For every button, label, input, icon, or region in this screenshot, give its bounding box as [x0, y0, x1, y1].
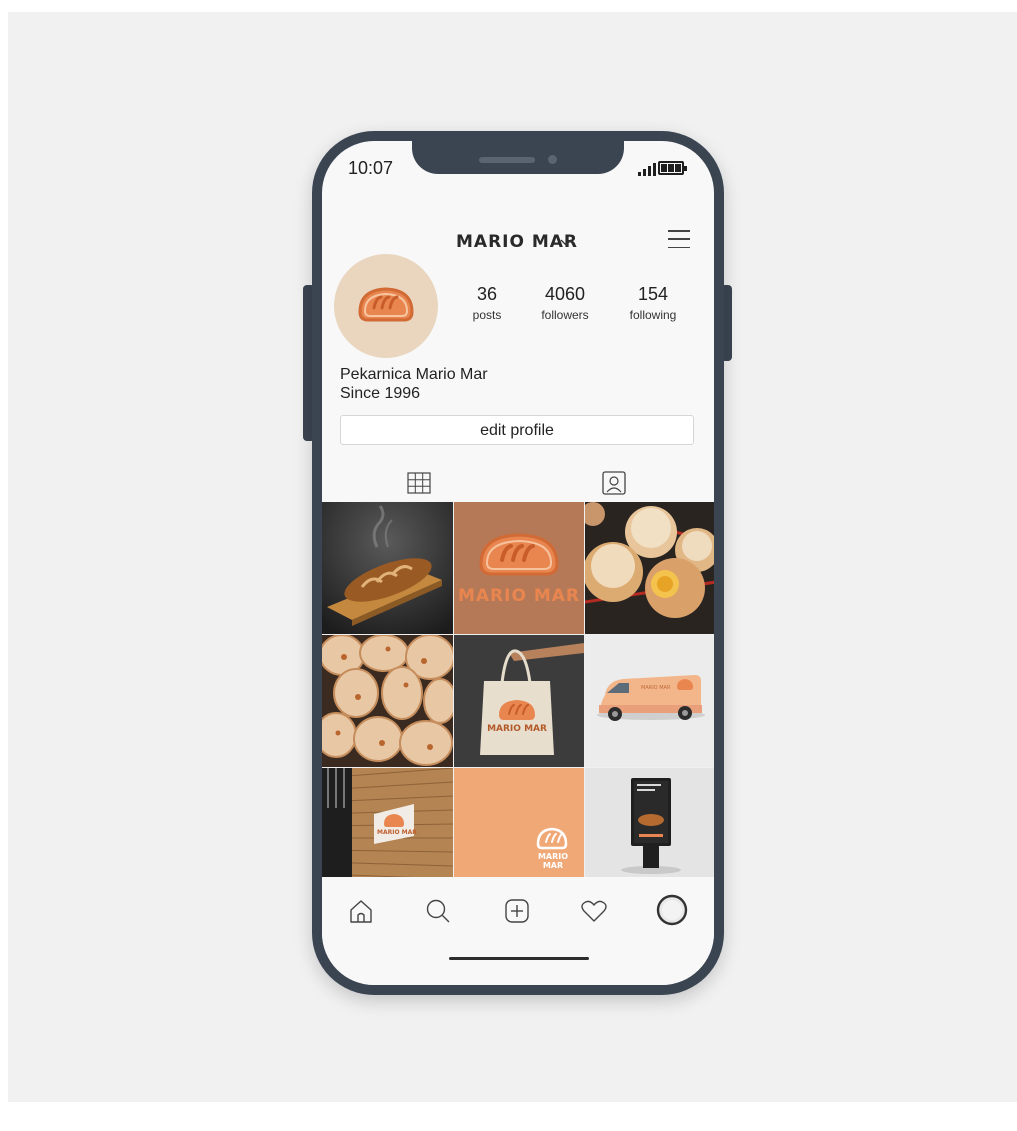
- signal-icon: [638, 163, 656, 176]
- stat-posts-label: posts: [472, 308, 502, 322]
- post-thumbnail-wall-sign[interactable]: MARIO MAR: [322, 768, 453, 879]
- tote-wordmark: MARIO MAR: [487, 724, 547, 734]
- stat-followers-label: followers: [541, 308, 589, 322]
- edit-profile-button[interactable]: edit profile: [340, 415, 694, 445]
- post-thumbnail-tote-bag[interactable]: MARIO MAR: [454, 635, 584, 767]
- profile-avatar-icon[interactable]: [656, 894, 688, 931]
- phone-notch: [412, 141, 624, 174]
- battery-icon: [658, 161, 687, 175]
- posts-grid: MARIO MAR MARIO MAR MARIO MAR MARIO MAR …: [322, 502, 714, 879]
- post-thumbnail-logo-peach[interactable]: MARIO MAR: [454, 768, 584, 879]
- front-camera: [548, 155, 557, 164]
- post-thumbnail-bread-board[interactable]: [322, 502, 453, 634]
- home-icon[interactable]: [347, 897, 375, 930]
- post-thumbnail-logo-brown[interactable]: MARIO MAR: [454, 502, 584, 634]
- search-icon[interactable]: [424, 897, 452, 930]
- bio-name: Pekarnica Mario Mar: [340, 366, 488, 383]
- stat-followers-value: 4060: [544, 284, 586, 304]
- tab-tagged-icon[interactable]: [602, 471, 626, 495]
- phone-frame: 10:07 MARIO MAR 36 posts 4060 followers …: [312, 131, 724, 995]
- speaker-grille: [479, 157, 535, 163]
- stat-posts-value: 36: [476, 284, 498, 304]
- post-thumbnail-delivery-van[interactable]: MARIO MAR: [585, 635, 714, 767]
- hamburger-menu-icon[interactable]: [668, 230, 690, 248]
- stat-posts[interactable]: 36 posts: [465, 284, 509, 322]
- add-post-icon[interactable]: [503, 897, 531, 930]
- sign-wordmark: MARIO MAR: [377, 829, 417, 836]
- bio-since: Since 1996: [340, 385, 421, 402]
- chevron-down-icon[interactable]: [560, 235, 572, 250]
- tab-grid-icon[interactable]: [407, 472, 431, 494]
- van-wordmark: MARIO MAR: [641, 685, 671, 691]
- status-time: 10:07: [348, 158, 394, 178]
- logo-wordmark: MARIO MAR: [457, 586, 581, 606]
- stat-following[interactable]: 154 following: [622, 284, 684, 322]
- stat-following-value: 154: [637, 284, 669, 304]
- stat-followers[interactable]: 4060 followers: [533, 284, 597, 322]
- bottom-navigation: [322, 877, 714, 985]
- bread-logo-icon: [358, 287, 414, 322]
- heart-icon[interactable]: [580, 897, 608, 930]
- home-indicator[interactable]: [449, 957, 589, 960]
- post-thumbnail-cheese-rolls[interactable]: [322, 635, 453, 767]
- avatar[interactable]: [334, 254, 438, 358]
- stat-following-label: following: [629, 308, 677, 322]
- post-thumbnail-ad-stand[interactable]: [585, 768, 714, 879]
- phone-screen: 10:07 MARIO MAR 36 posts 4060 followers …: [322, 141, 714, 985]
- profile-bio: Pekarnica Mario Mar Since 1996: [340, 365, 488, 403]
- post-thumbnail-doughnuts[interactable]: [585, 502, 714, 634]
- peach-wordmark: MARIO MAR: [537, 852, 569, 870]
